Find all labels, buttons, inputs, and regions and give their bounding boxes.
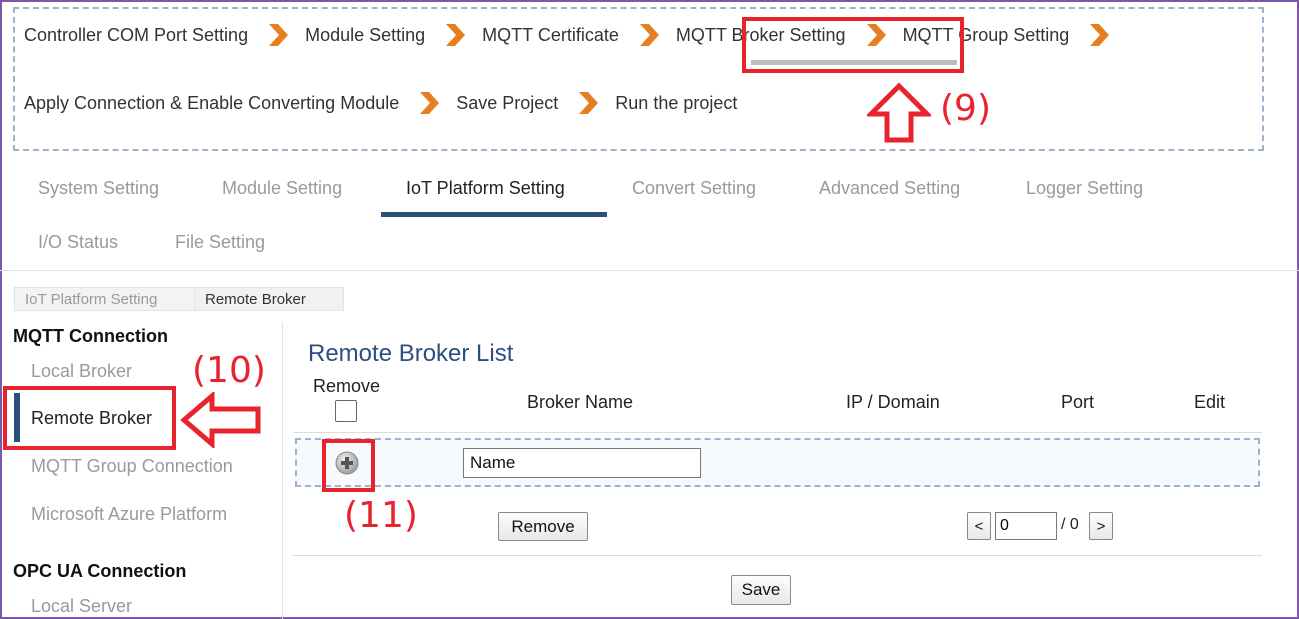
- chevron-right-icon: [417, 90, 441, 116]
- tab-divider: [0, 270, 1299, 271]
- breadcrumb-iot-platform[interactable]: IoT Platform Setting: [14, 287, 196, 311]
- sidebar-item-mqtt-group-connection[interactable]: MQTT Group Connection: [31, 456, 233, 477]
- chevron-right-icon: [1087, 22, 1111, 48]
- left-arrow-icon: [180, 392, 261, 448]
- sidebar-heading-opcua: OPC UA Connection: [13, 561, 187, 581]
- tab-system-setting[interactable]: System Setting: [38, 178, 159, 199]
- broker-name-input[interactable]: [463, 448, 701, 478]
- pager-prev-button[interactable]: <: [967, 512, 991, 540]
- header-divider: [293, 432, 1262, 433]
- chevron-right-icon: [266, 22, 290, 48]
- tab-logger-setting[interactable]: Logger Setting: [1026, 178, 1143, 199]
- sidebar-item-local-server[interactable]: Local Server: [31, 596, 132, 617]
- remove-button[interactable]: Remove: [498, 512, 588, 541]
- save-button[interactable]: Save: [731, 575, 791, 605]
- wizard-step-save-project[interactable]: Save Project: [456, 93, 558, 114]
- highlight-box-active-step: [742, 17, 964, 73]
- breadcrumb-remote-broker: Remote Broker: [194, 287, 344, 311]
- sidebar-item-local-broker[interactable]: Local Broker: [31, 361, 132, 382]
- select-all-checkbox[interactable]: [335, 400, 357, 422]
- new-broker-row: [295, 438, 1260, 487]
- page-total: / 0: [1061, 516, 1079, 533]
- sidebar-item-azure-platform[interactable]: Microsoft Azure Platform: [31, 504, 227, 525]
- tab-module-setting[interactable]: Module Setting: [222, 178, 342, 199]
- pager-next-button[interactable]: >: [1089, 512, 1113, 540]
- sidebar-heading-mqtt: MQTT Connection: [13, 326, 168, 346]
- tab-io-status[interactable]: I/O Status: [38, 232, 118, 253]
- tab-iot-platform-setting[interactable]: IoT Platform Setting: [406, 178, 565, 199]
- wizard-step-module[interactable]: Module Setting: [305, 25, 425, 46]
- chevron-right-icon: [576, 90, 600, 116]
- wizard-step-mqtt-certificate[interactable]: MQTT Certificate: [482, 25, 619, 46]
- highlight-box-add-button: [322, 439, 375, 492]
- callout-10: (10): [192, 350, 266, 391]
- column-header-remove: Remove: [313, 376, 381, 396]
- chevron-right-icon: [443, 22, 467, 48]
- wizard-step-controller-com[interactable]: Controller COM Port Setting: [24, 25, 248, 46]
- column-header-ip-domain: IP / Domain: [846, 392, 940, 412]
- callout-9: (9): [940, 88, 991, 129]
- footer-divider: [293, 555, 1262, 556]
- sidebar-divider: [282, 322, 283, 619]
- column-header-edit: Edit: [1194, 392, 1226, 412]
- callout-11: (11): [344, 495, 418, 536]
- highlight-box-remote-broker: [3, 386, 176, 450]
- page-number-input[interactable]: [995, 512, 1057, 540]
- tab-file-setting[interactable]: File Setting: [175, 232, 265, 253]
- up-arrow-icon: [867, 82, 931, 143]
- chevron-right-icon: [637, 22, 661, 48]
- tab-convert-setting[interactable]: Convert Setting: [632, 178, 756, 199]
- column-header-broker-name: Broker Name: [527, 392, 634, 412]
- column-header-port: Port: [1061, 392, 1095, 412]
- wizard-step-run-project[interactable]: Run the project: [615, 93, 737, 114]
- wizard-row-2: Apply Connection & Enable Converting Mod…: [24, 88, 737, 118]
- panel-title: Remote Broker List: [308, 340, 514, 367]
- wizard-step-apply-connection[interactable]: Apply Connection & Enable Converting Mod…: [24, 93, 399, 114]
- tab-advanced-setting[interactable]: Advanced Setting: [819, 178, 960, 199]
- active-tab-underline: [381, 212, 607, 217]
